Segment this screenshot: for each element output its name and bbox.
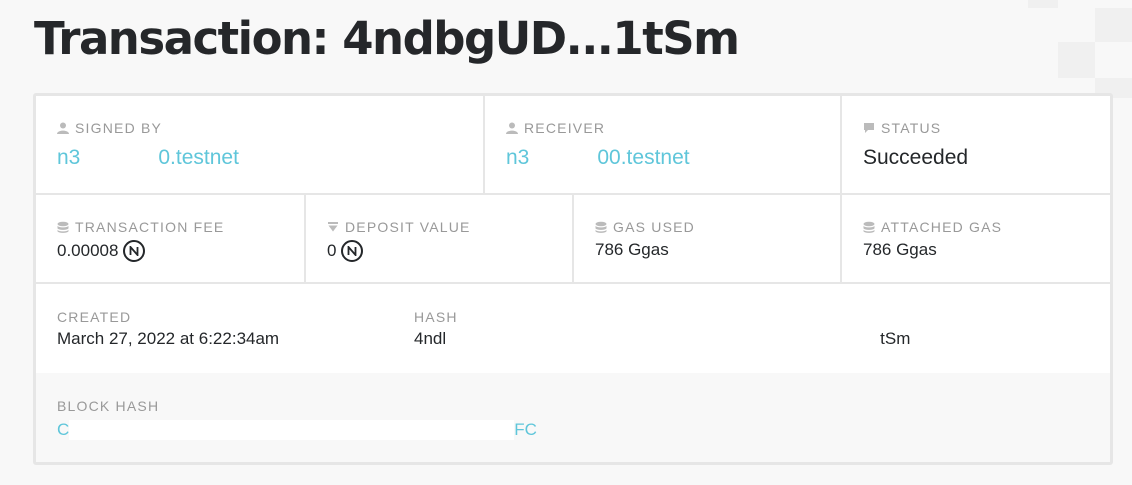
signed-by-link-end[interactable]: 0.testnet xyxy=(158,146,239,170)
block-hash-link-start[interactable]: C xyxy=(57,420,69,440)
decorative-pattern xyxy=(1028,0,1058,8)
transaction-fee-label: TRANSACTION FEE xyxy=(75,219,225,235)
hash-value: 4ndl tSm xyxy=(414,329,910,349)
user-icon xyxy=(506,122,518,134)
attached-gas-value: 786 Ggas xyxy=(863,240,937,259)
deposit-value-label: DEPOSIT VALUE xyxy=(345,219,471,235)
hash-label: HASH xyxy=(414,309,458,325)
signed-by-link-start[interactable]: n3 xyxy=(57,146,80,170)
block-hash-cell: BLOCK HASH C FC xyxy=(36,373,1110,462)
redaction-mask xyxy=(529,148,598,168)
filter-icon xyxy=(327,221,339,233)
block-hash-value[interactable]: C FC xyxy=(57,420,537,440)
receiver-link-start[interactable]: n3 xyxy=(506,146,529,170)
status-value: Succeeded xyxy=(863,146,969,169)
redaction-mask xyxy=(80,148,159,168)
transaction-fee-value: 0.00008 xyxy=(57,241,119,260)
deposit-value-cell: DEPOSIT VALUE 0 xyxy=(306,195,574,282)
signed-by-label: SIGNED BY xyxy=(75,120,163,136)
gas-used-cell: GAS USED 786 Ggas xyxy=(574,195,842,282)
user-icon xyxy=(57,122,69,134)
page-title: Transaction: 4ndbgUD...1tSm xyxy=(34,12,740,65)
deposit-value-label-group: DEPOSIT VALUE xyxy=(327,219,471,235)
status-label-group: STATUS xyxy=(863,120,941,136)
attached-gas-label: ATTACHED GAS xyxy=(881,219,1003,235)
details-row-costs: TRANSACTION FEE 0.00008 DEPOSIT VALUE 0 … xyxy=(36,195,1110,284)
gas-used-value: 786 Ggas xyxy=(595,240,669,259)
decorative-pattern xyxy=(1058,42,1095,78)
receiver-cell: RECEIVER n3 00.testnet xyxy=(485,96,842,193)
hash-value-start: 4ndl xyxy=(414,329,447,348)
signed-by-label-group: SIGNED BY xyxy=(57,120,162,136)
receiver-link-end[interactable]: 00.testnet xyxy=(597,146,689,170)
redaction-mask xyxy=(69,420,515,440)
details-row-block-hash: BLOCK HASH C FC xyxy=(36,373,1110,462)
created-value: March 27, 2022 at 6:22:34am xyxy=(57,329,280,348)
block-hash-link-end[interactable]: FC xyxy=(514,420,537,440)
coins-icon xyxy=(863,221,875,233)
gas-used-label: GAS USED xyxy=(613,219,695,235)
hash-cell: HASH 4ndl tSm xyxy=(393,284,1110,373)
near-token-icon xyxy=(123,240,146,262)
block-hash-label: BLOCK HASH xyxy=(57,398,160,414)
redaction-mask xyxy=(446,329,881,349)
transaction-fee-label-group: TRANSACTION FEE xyxy=(57,219,224,235)
details-row-accounts: SIGNED BY n3 0.testnet RECEIVER n3 00.te… xyxy=(36,96,1110,195)
hash-value-end: tSm xyxy=(880,329,911,348)
receiver-value[interactable]: n3 00.testnet xyxy=(506,146,690,170)
coins-icon xyxy=(595,221,607,233)
status-label: STATUS xyxy=(881,120,942,136)
transaction-fee-cell: TRANSACTION FEE 0.00008 xyxy=(36,195,306,282)
receiver-label: RECEIVER xyxy=(524,120,606,136)
transaction-details-card: SIGNED BY n3 0.testnet RECEIVER n3 00.te… xyxy=(33,93,1113,465)
receiver-label-group: RECEIVER xyxy=(506,120,605,136)
coins-icon xyxy=(57,221,69,233)
gas-used-label-group: GAS USED xyxy=(595,219,695,235)
chat-bubble-icon xyxy=(863,122,875,134)
attached-gas-cell: ATTACHED GAS 786 Ggas xyxy=(842,195,1110,282)
transaction-fee-value-group: 0.00008 xyxy=(57,240,146,262)
created-cell: CREATED March 27, 2022 at 6:22:34am xyxy=(36,284,393,373)
decorative-pattern xyxy=(1095,8,1132,42)
transaction-page: Transaction: 4ndbgUD...1tSm SIGNED BY n3… xyxy=(0,0,1132,485)
deposit-value-value-group: 0 xyxy=(327,240,364,262)
deposit-value-value: 0 xyxy=(327,241,337,260)
status-cell: STATUS Succeeded xyxy=(842,96,1110,193)
details-row-created-hash: CREATED March 27, 2022 at 6:22:34am HASH… xyxy=(36,284,1110,373)
signed-by-value[interactable]: n3 0.testnet xyxy=(57,146,239,170)
created-label: CREATED xyxy=(57,309,132,325)
signed-by-cell: SIGNED BY n3 0.testnet xyxy=(36,96,485,193)
near-token-icon xyxy=(341,240,364,262)
attached-gas-label-group: ATTACHED GAS xyxy=(863,219,1002,235)
